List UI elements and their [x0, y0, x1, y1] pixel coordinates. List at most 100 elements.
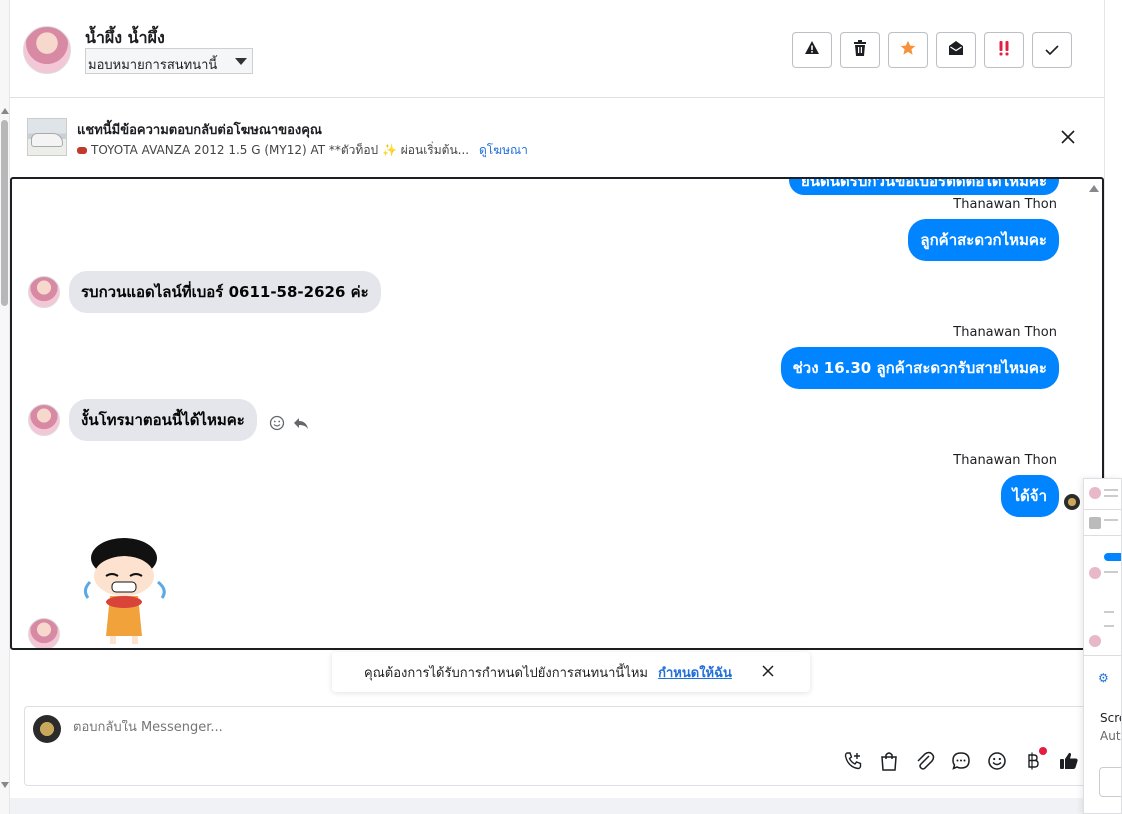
- reply-input[interactable]: [73, 720, 673, 735]
- read-receipt-avatar: [1064, 494, 1080, 510]
- delete-button[interactable]: [840, 32, 880, 68]
- message-text: ยินดีนัดรับกวนขอเบอร์ติดต่อได้ไหมคะ: [801, 177, 1048, 190]
- mark-unread-icon: [948, 40, 964, 60]
- composer-toolbar: [843, 747, 1079, 775]
- assign-label: มอบหมายการสนทนานี้: [88, 58, 218, 73]
- puzzle-icon: ⚙: [1098, 671, 1109, 685]
- conversation-actions: [792, 32, 1072, 68]
- outgoing-message[interactable]: ลูกค้าสะดวกไหมคะ: [908, 219, 1059, 261]
- toast-text: คุณต้องการได้รับการกำหนดไปยังการสนทนานี้…: [364, 666, 648, 681]
- sender-name: Thanawan Thon: [953, 453, 1057, 468]
- view-ad-link[interactable]: ดูโฆษณา: [479, 143, 528, 157]
- notification-dot: [1039, 747, 1047, 755]
- outgoing-message[interactable]: ช่วง 16.30 ลูกค้าสะดวกรับสายไหมคะ: [780, 347, 1059, 389]
- paperclip-icon: [915, 751, 935, 775]
- car-icon: [77, 147, 87, 154]
- mark-unread-button[interactable]: [936, 32, 976, 68]
- scrollbar-thumb[interactable]: [1, 120, 8, 306]
- saved-reply-icon: [951, 751, 971, 775]
- mini-divider: [1084, 509, 1121, 510]
- message-text: รบกวนแอดไลน์ที่เบอร์ 0611-58-2626 ค่ะ: [81, 283, 369, 301]
- thread-scroll-up-arrow[interactable]: [1089, 185, 1099, 192]
- conversation-header: น้ำผึ้ง น้ำผึ้ง มอบหมายการสนทนานี้: [10, 0, 1104, 98]
- ad-banner-title: แชทนี้มีข้อความตอบกลับต่อโฆษณาของคุณ: [77, 123, 322, 138]
- ad-banner-subtitle: TOYOTA AVANZA 2012 1.5 G (MY12) AT **ตัว…: [77, 141, 528, 160]
- phone-add-icon: [843, 751, 863, 775]
- saved-replies-button[interactable]: [951, 751, 971, 775]
- mini-avatar: [1089, 635, 1101, 647]
- mini-window-button[interactable]: [1099, 767, 1121, 797]
- assign-to-me-link[interactable]: กำหนดให้ฉัน: [658, 666, 732, 681]
- scroll-up-arrow[interactable]: [1, 108, 9, 114]
- contact-avatar-small[interactable]: [28, 618, 60, 648]
- shop-button[interactable]: [879, 751, 899, 775]
- trash-icon: [853, 40, 867, 60]
- ad-subtitle-text: TOYOTA AVANZA 2012 1.5 G (MY12) AT **ตัว…: [91, 143, 379, 157]
- inbox-page: น้ำผึ้ง น้ำผึ้ง มอบหมายการสนทนานี้ แชทนี…: [0, 0, 1122, 814]
- message-actions: [269, 415, 309, 435]
- contact-avatar-small[interactable]: [28, 404, 60, 436]
- mini-ad-thumb: [1089, 517, 1101, 529]
- assign-conversation-dropdown[interactable]: มอบหมายการสนทนานี้: [85, 48, 253, 74]
- message-thread[interactable]: ยินดีนัดรับกวนขอเบอร์ติดต่อได้ไหมคะ Than…: [10, 177, 1104, 650]
- incoming-message[interactable]: รบกวนแอดไลน์ที่เบอร์ 0611-58-2626 ค่ะ: [69, 271, 381, 313]
- toast-message: คุณต้องการได้รับการกำหนดไปยังการสนทนานี้…: [364, 662, 732, 683]
- ad-reply-banner: แชทนี้มีข้อความตอบกลับต่อโฆษณาของคุณ TOY…: [10, 98, 1104, 176]
- toast-close-button[interactable]: [760, 663, 776, 679]
- baht-payment-icon: [1026, 751, 1040, 775]
- payment-button[interactable]: [1023, 747, 1047, 775]
- ad-subtitle-tail: ผ่อนเริ่มต้น...: [400, 143, 470, 157]
- ad-thumbnail[interactable]: [27, 118, 67, 156]
- star-icon: [900, 40, 916, 60]
- scroll-down-arrow[interactable]: [1, 782, 9, 788]
- attach-button[interactable]: [915, 751, 935, 775]
- mark-important-button[interactable]: [984, 32, 1024, 68]
- page-avatar: [33, 715, 61, 743]
- close-banner-button[interactable]: [1059, 128, 1077, 146]
- sparkle-icon: ✨: [381, 143, 397, 157]
- message-text: ได้จ้า: [1012, 487, 1048, 505]
- check-icon: [1045, 41, 1059, 60]
- star-button[interactable]: [888, 32, 928, 68]
- mini-text-line: [1104, 571, 1118, 573]
- warning-icon: [804, 40, 820, 60]
- mini-line-2: Auto: [1100, 729, 1121, 743]
- incoming-message[interactable]: งั้นโทรมาตอนนี้ได้ไหมคะ: [69, 399, 257, 441]
- mini-outgoing-bubble: [1104, 553, 1121, 561]
- message-text: ช่วง 16.30 ลูกค้าสะดวกรับสายไหมคะ: [792, 359, 1047, 377]
- left-scrollbar[interactable]: [0, 0, 10, 814]
- floating-chat-window[interactable]: ⚙ Scre Auto: [1083, 478, 1122, 814]
- contact-avatar-small[interactable]: [28, 276, 60, 308]
- outgoing-message[interactable]: ยินดีนัดรับกวนขอเบอร์ติดต่อได้ไหมคะ: [789, 177, 1060, 195]
- mini-line-1: Scre: [1100, 711, 1121, 725]
- sender-name: Thanawan Thon: [953, 325, 1057, 340]
- message-text: ลูกค้าสะดวกไหมคะ: [920, 231, 1047, 249]
- mini-text-line: [1104, 611, 1114, 613]
- mark-done-button[interactable]: [1032, 32, 1072, 68]
- call-button[interactable]: [843, 751, 863, 775]
- reply-icon[interactable]: [293, 415, 309, 435]
- sender-name: Thanawan Thon: [953, 197, 1057, 212]
- thumbs-up-icon: [1059, 751, 1079, 775]
- conversation-panel: น้ำผึ้ง น้ำผึ้ง มอบหมายการสนทนานี้ แชทนี…: [10, 0, 1106, 798]
- mini-divider: [1084, 535, 1121, 536]
- close-icon: [760, 664, 776, 683]
- close-icon: [1059, 130, 1077, 150]
- contact-avatar[interactable]: [23, 26, 71, 74]
- react-emoji-icon[interactable]: [269, 415, 285, 435]
- mini-avatar: [1089, 487, 1101, 499]
- like-button[interactable]: [1059, 751, 1079, 775]
- mini-text-line: [1104, 519, 1118, 521]
- important-icon: [996, 40, 1012, 60]
- emoji-button[interactable]: [987, 751, 1007, 775]
- message-text: งั้นโทรมาตอนนี้ได้ไหมคะ: [81, 411, 245, 429]
- report-spam-button[interactable]: [792, 32, 832, 68]
- mini-text-line: [1104, 625, 1114, 627]
- emoji-icon: [987, 751, 1007, 775]
- shopping-bag-icon: [880, 751, 898, 775]
- outgoing-message[interactable]: ได้จ้า: [1000, 475, 1059, 517]
- crying-sticker[interactable]: [76, 536, 176, 646]
- mini-divider: [1084, 655, 1121, 656]
- mini-text-line: [1104, 489, 1118, 491]
- message-composer: [24, 706, 1106, 786]
